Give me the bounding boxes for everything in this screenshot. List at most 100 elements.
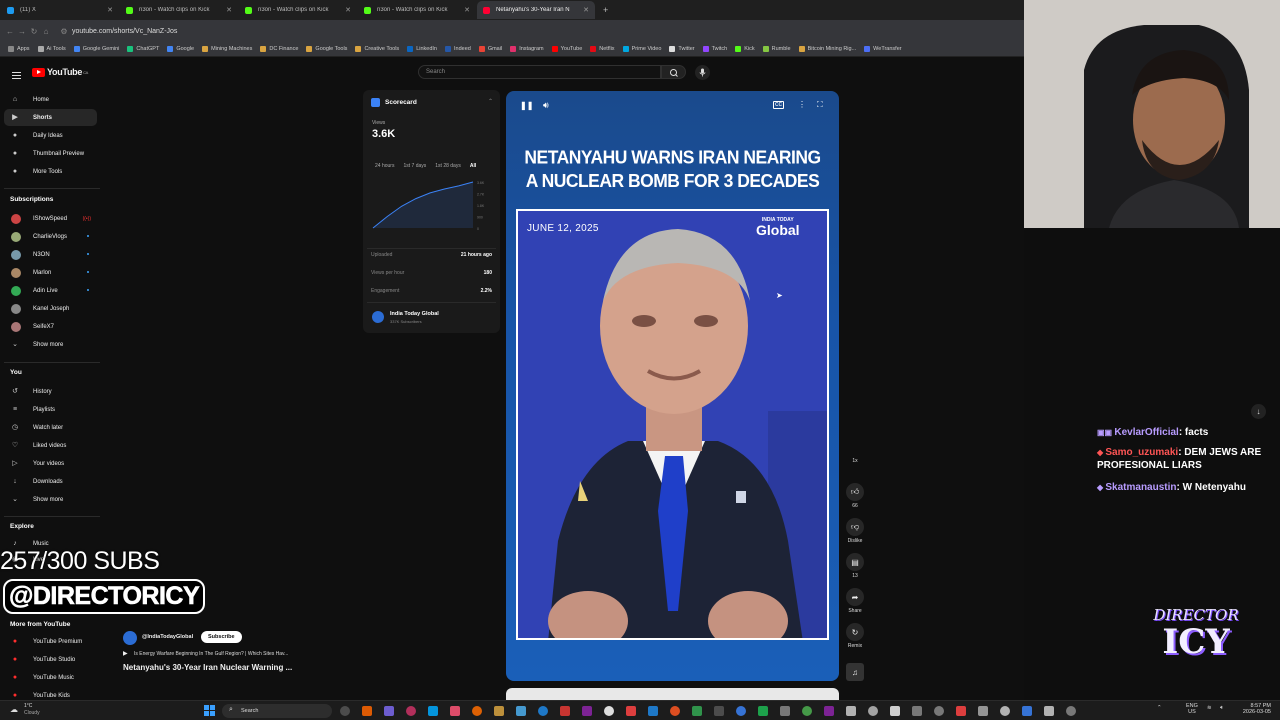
range-tab[interactable]: 24 hours: [375, 163, 394, 169]
app-icon[interactable]: [406, 706, 416, 716]
bookmark-item[interactable]: Prime Video: [622, 46, 661, 52]
bookmark-item[interactable]: Gmail: [478, 46, 502, 52]
browser-tab[interactable]: Netanyahu's 30-Year Iran N ✕: [477, 1, 595, 19]
channel-name[interactable]: India Today Global: [390, 311, 439, 317]
search-input[interactable]: Search: [418, 65, 661, 79]
app-icon[interactable]: [1022, 706, 1032, 716]
bookmark-item[interactable]: Apps: [8, 46, 30, 52]
sidebar-item-home[interactable]: ⌂ Home: [0, 91, 102, 108]
subscription-item[interactable]: Adin Live: [0, 282, 102, 299]
firefox-icon[interactable]: [472, 706, 482, 716]
close-tab-icon[interactable]: ✕: [583, 6, 589, 14]
sidebar-item-downloads[interactable]: ↓ Downloads: [0, 473, 102, 490]
edge-icon[interactable]: [384, 706, 394, 716]
bookmark-item[interactable]: Twitter: [669, 46, 695, 52]
channel-avatar[interactable]: [372, 311, 384, 323]
search-button[interactable]: [661, 65, 686, 79]
comments-button[interactable]: ▤ 13: [845, 553, 865, 579]
voice-search-button[interactable]: [695, 65, 710, 80]
app-icon[interactable]: [934, 706, 944, 716]
more-options-icon[interactable]: ⋮: [798, 100, 806, 109]
app-icon[interactable]: [648, 706, 658, 716]
clock[interactable]: 8:57 PM 2026-03-05: [1239, 703, 1271, 715]
bookmark-item[interactable]: WeTransfer: [864, 46, 902, 52]
reload-icon[interactable]: ↻: [28, 27, 40, 36]
subscribe-button[interactable]: Subscribe: [201, 631, 242, 643]
share-button[interactable]: ➦ Share: [845, 588, 865, 614]
app-icon[interactable]: [956, 706, 966, 716]
tray-chevron-icon[interactable]: ⌃: [1157, 705, 1162, 711]
app-icon[interactable]: [780, 706, 790, 716]
copilot-icon[interactable]: [362, 706, 372, 716]
subscriptions-heading[interactable]: Subscriptions: [10, 196, 53, 203]
youtube-logo[interactable]: YouTube CA: [32, 67, 88, 77]
bookmark-item[interactable]: Google Tools: [306, 46, 347, 52]
youtube-product-item[interactable]: ● YouTube Premium: [0, 633, 102, 650]
bookmark-item[interactable]: Creative Tools: [355, 46, 399, 52]
sidebar-item-more-tools[interactable]: ● More Tools: [0, 163, 102, 180]
new-tab-button[interactable]: +: [603, 5, 608, 15]
sound-thumbnail[interactable]: ♫: [845, 663, 865, 683]
forward-icon[interactable]: →: [16, 27, 28, 36]
app-icon[interactable]: [626, 706, 636, 716]
app-icon[interactable]: [868, 706, 878, 716]
sidebar-item-shorts[interactable]: ▶ Shorts: [4, 109, 97, 126]
shorts-player[interactable]: ❚❚ 🔊︎ cc ⋮ ⛶ NETANYAHU WARNS IRAN NEARIN…: [506, 91, 839, 681]
app-icon[interactable]: [582, 706, 592, 716]
close-tab-icon[interactable]: ✕: [464, 6, 470, 14]
bookmark-item[interactable]: Kick: [735, 46, 755, 52]
range-tab[interactable]: 1st 7 days: [403, 163, 426, 169]
bookmark-item[interactable]: Instagram: [510, 46, 544, 52]
app-icon[interactable]: [1044, 706, 1054, 716]
spotify-icon[interactable]: [758, 706, 768, 716]
chrome-icon[interactable]: [692, 706, 702, 716]
task-view-icon[interactable]: [340, 706, 350, 716]
show-more-button[interactable]: ⌄ Show more: [0, 336, 102, 353]
youtube-product-item[interactable]: ● YouTube Studio: [0, 651, 102, 668]
close-tab-icon[interactable]: ✕: [345, 6, 351, 14]
browser-tab[interactable]: n3on - Watch clips on Kick ✕: [358, 1, 476, 19]
short-title[interactable]: Netanyahu's 30-Year Iran Nuclear Warning…: [123, 663, 292, 672]
next-short-preview[interactable]: [506, 688, 839, 700]
sidebar-item-daily-ideas[interactable]: ● Daily Ideas: [0, 127, 102, 144]
scroll-down-icon[interactable]: ↓: [1251, 404, 1266, 419]
close-tab-icon[interactable]: ✕: [226, 6, 232, 14]
subscription-item[interactable]: Marlon: [0, 264, 102, 281]
fullscreen-icon[interactable]: ⛶: [817, 100, 823, 110]
app-icon[interactable]: [604, 706, 614, 716]
more-from-youtube-heading[interactable]: More from YouTube: [10, 621, 70, 628]
sidebar-item-your-videos[interactable]: ▷ Your videos: [0, 455, 102, 472]
subscription-item[interactable]: Kanel Joseph: [0, 300, 102, 317]
chrome-icon[interactable]: [670, 706, 680, 716]
brave-icon[interactable]: [494, 706, 504, 716]
app-icon[interactable]: [538, 706, 548, 716]
app-icon[interactable]: [978, 706, 988, 716]
bookmark-item[interactable]: Rumble: [762, 46, 791, 52]
back-icon[interactable]: ←: [4, 27, 16, 36]
url-field[interactable]: youtube.com/shorts/Vc_NanZ-Jos: [72, 28, 177, 35]
sidebar-item-watch-later[interactable]: ◷ Watch later: [0, 419, 102, 436]
bookmark-item[interactable]: Mining Machines: [202, 46, 252, 52]
speed-control[interactable]: 1x: [845, 458, 865, 464]
app-icon[interactable]: [846, 706, 856, 716]
explore-heading[interactable]: Explore: [10, 523, 34, 530]
pause-icon[interactable]: ❚❚: [520, 101, 533, 110]
speaker-icon[interactable]: 🔉︎: [1220, 705, 1223, 712]
bookmark-item[interactable]: DC Finance: [260, 46, 298, 52]
bookmark-item[interactable]: ChatGPT: [127, 46, 159, 52]
app-icon[interactable]: [1000, 706, 1010, 716]
remix-button[interactable]: ↻ Remix: [845, 623, 865, 649]
browser-tab[interactable]: n3on - Watch clips on Kick ✕: [120, 1, 238, 19]
app-icon[interactable]: [890, 706, 900, 716]
close-tab-icon[interactable]: ✕: [107, 6, 113, 14]
app-icon[interactable]: [714, 706, 724, 716]
subscription-item[interactable]: N3ON: [0, 246, 102, 263]
bookmark-item[interactable]: YouTube: [551, 46, 582, 52]
app-icon[interactable]: [802, 706, 812, 716]
sidebar-item-liked-videos[interactable]: ♡ Liked videos: [0, 437, 102, 454]
browser-tab[interactable]: n3on - Watch clips on Kick ✕: [239, 1, 357, 19]
bookmark-item[interactable]: LinkedIn: [407, 46, 437, 52]
site-info-icon[interactable]: ⚙: [58, 27, 70, 36]
app-icon[interactable]: [736, 706, 746, 716]
range-tab[interactable]: All: [470, 163, 476, 169]
